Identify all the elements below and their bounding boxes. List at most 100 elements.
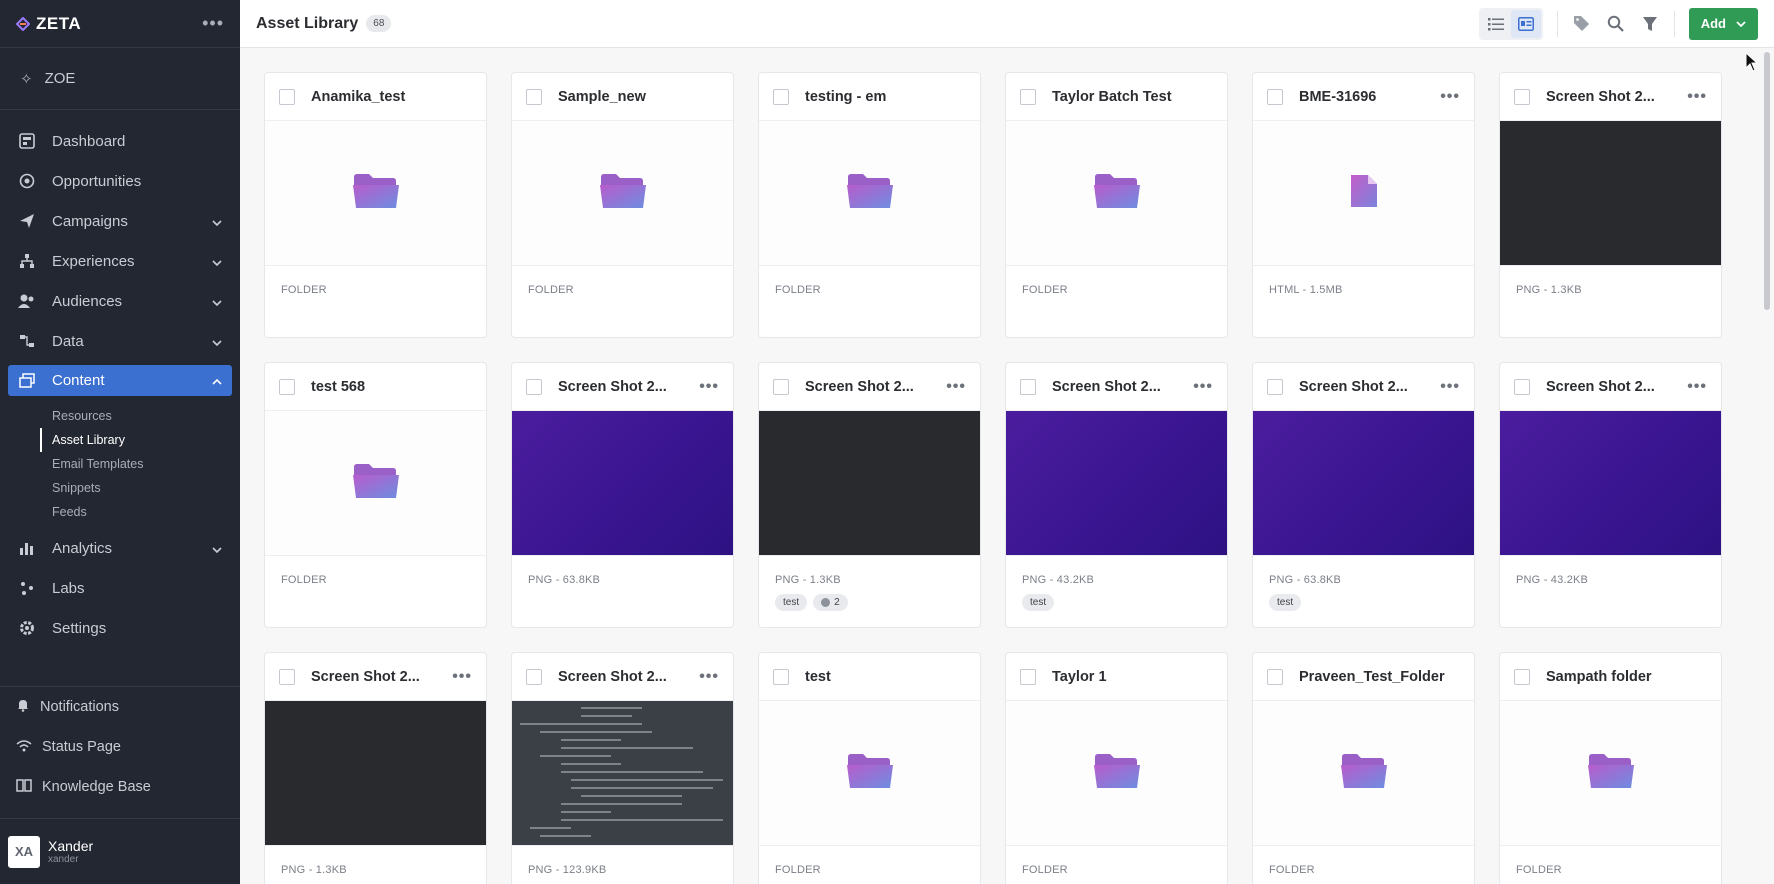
more-options-icon[interactable]: •••	[1193, 378, 1213, 396]
asset-card[interactable]: Screen Shot 2... ••• PNG - 63.8KB	[511, 362, 734, 628]
zoe-assistant[interactable]: ✧ ZOE	[0, 48, 240, 110]
asset-thumbnail[interactable]	[1006, 411, 1227, 556]
asset-card[interactable]: test FOLDER	[758, 652, 981, 884]
tag-icon[interactable]	[1572, 14, 1592, 34]
asset-thumbnail[interactable]	[265, 701, 486, 846]
asset-thumbnail[interactable]	[1253, 411, 1474, 556]
select-checkbox[interactable]	[279, 378, 295, 395]
chevron-down-icon[interactable]	[212, 253, 222, 270]
asset-thumbnail[interactable]	[759, 121, 980, 266]
filter-icon[interactable]	[1640, 14, 1660, 34]
scrollbar[interactable]	[1764, 52, 1770, 310]
asset-card[interactable]: Taylor 1 FOLDER	[1005, 652, 1228, 884]
nav-campaigns[interactable]: Campaigns	[0, 201, 240, 241]
select-checkbox[interactable]	[526, 668, 542, 685]
asset-card[interactable]: testing - em FOLDER	[758, 72, 981, 338]
select-checkbox[interactable]	[773, 378, 789, 395]
select-checkbox[interactable]	[279, 88, 295, 105]
asset-card[interactable]: Screen Shot 2... ••• PNG - 43.2KB test	[1005, 362, 1228, 628]
select-checkbox[interactable]	[1020, 88, 1036, 105]
more-options-icon[interactable]: •••	[1440, 88, 1460, 106]
asset-card[interactable]: BME-31696 ••• HTML - 1.5MB	[1252, 72, 1475, 338]
asset-thumbnail[interactable]	[759, 411, 980, 556]
chevron-up-icon[interactable]	[212, 372, 222, 389]
search-icon[interactable]	[1606, 14, 1626, 34]
asset-thumbnail[interactable]	[759, 701, 980, 846]
user-profile[interactable]: XA Xander xander	[0, 818, 240, 884]
asset-card[interactable]: test 568 FOLDER	[264, 362, 487, 628]
subnav-feeds[interactable]: Feeds	[40, 500, 240, 524]
app-menu-icon[interactable]: •••	[202, 13, 224, 34]
add-button[interactable]: Add	[1688, 7, 1758, 40]
asset-card[interactable]: Screen Shot 2... ••• PNG - 123.9KB	[511, 652, 734, 884]
chevron-down-icon[interactable]	[212, 213, 222, 230]
chevron-down-icon[interactable]	[212, 293, 222, 310]
tag-chip[interactable]: test	[775, 594, 808, 611]
asset-thumbnail[interactable]	[265, 411, 486, 556]
subnav-asset-library[interactable]: Asset Library	[40, 428, 240, 452]
list-view-button[interactable]	[1481, 10, 1511, 38]
nav-status-page[interactable]: Status Page	[0, 727, 240, 767]
more-options-icon[interactable]: •••	[699, 668, 719, 686]
asset-thumbnail[interactable]	[1006, 121, 1227, 266]
asset-thumbnail[interactable]	[512, 411, 733, 556]
nav-experiences[interactable]: Experiences	[0, 241, 240, 281]
asset-card[interactable]: Screen Shot 2... ••• PNG - 43.2KB	[1499, 362, 1722, 628]
more-options-icon[interactable]: •••	[452, 668, 472, 686]
select-checkbox[interactable]	[773, 668, 789, 685]
asset-card[interactable]: Screen Shot 2... ••• PNG - 63.8KB test	[1252, 362, 1475, 628]
asset-thumbnail[interactable]	[512, 701, 733, 846]
select-checkbox[interactable]	[1267, 88, 1283, 105]
more-options-icon[interactable]: •••	[699, 378, 719, 396]
asset-card[interactable]: Screen Shot 2... ••• PNG - 1.3KB	[264, 652, 487, 884]
asset-thumbnail[interactable]	[512, 121, 733, 266]
nav-settings[interactable]: Settings	[0, 608, 240, 648]
select-checkbox[interactable]	[526, 88, 542, 105]
asset-thumbnail[interactable]	[265, 121, 486, 266]
asset-thumbnail[interactable]	[1500, 701, 1721, 846]
nav-notifications[interactable]: Notifications	[0, 687, 240, 727]
nav-labs[interactable]: Labs	[0, 568, 240, 608]
nav-analytics[interactable]: Analytics	[0, 528, 240, 568]
nav-data[interactable]: Data	[0, 321, 240, 361]
select-checkbox[interactable]	[1514, 668, 1530, 685]
select-checkbox[interactable]	[773, 88, 789, 105]
asset-card[interactable]: Screen Shot 2... ••• PNG - 1.3KB test 2	[758, 362, 981, 628]
chevron-down-icon[interactable]	[212, 333, 222, 350]
tag-chip[interactable]: test	[1269, 594, 1302, 611]
asset-thumbnail[interactable]	[1253, 121, 1474, 266]
more-tags-chip[interactable]: 2	[813, 594, 848, 611]
asset-card[interactable]: Sample_new FOLDER	[511, 72, 734, 338]
more-options-icon[interactable]: •••	[1687, 88, 1707, 106]
nav-opportunities[interactable]: Opportunities	[0, 161, 240, 201]
select-checkbox[interactable]	[279, 668, 295, 685]
select-checkbox[interactable]	[1020, 378, 1036, 395]
select-checkbox[interactable]	[526, 378, 542, 395]
nav-knowledge-base[interactable]: Knowledge Base	[0, 767, 240, 807]
more-options-icon[interactable]: •••	[946, 378, 966, 396]
subnav-resources[interactable]: Resources	[40, 404, 240, 428]
asset-card[interactable]: Screen Shot 2... ••• PNG - 1.3KB	[1499, 72, 1722, 338]
select-checkbox[interactable]	[1514, 378, 1530, 395]
asset-thumbnail[interactable]	[1006, 701, 1227, 846]
select-checkbox[interactable]	[1267, 378, 1283, 395]
tag-chip[interactable]: test	[1022, 594, 1055, 611]
subnav-email-templates[interactable]: Email Templates	[40, 452, 240, 476]
chevron-down-icon[interactable]	[212, 540, 222, 557]
asset-card[interactable]: Taylor Batch Test FOLDER	[1005, 72, 1228, 338]
select-checkbox[interactable]	[1514, 88, 1530, 105]
asset-thumbnail[interactable]	[1500, 411, 1721, 556]
select-checkbox[interactable]	[1267, 668, 1283, 685]
nav-dashboard[interactable]: Dashboard	[0, 121, 240, 161]
select-checkbox[interactable]	[1020, 668, 1036, 685]
nav-audiences[interactable]: Audiences	[0, 281, 240, 321]
asset-thumbnail[interactable]	[1500, 121, 1721, 266]
nav-content[interactable]: Content	[8, 365, 232, 396]
grid-view-button[interactable]	[1510, 9, 1541, 38]
more-options-icon[interactable]: •••	[1440, 378, 1460, 396]
asset-card[interactable]: Praveen_Test_Folder FOLDER	[1252, 652, 1475, 884]
asset-card[interactable]: Sampath folder FOLDER	[1499, 652, 1722, 884]
more-options-icon[interactable]: •••	[1687, 378, 1707, 396]
asset-card[interactable]: Anamika_test FOLDER	[264, 72, 487, 338]
zeta-logo[interactable]: ZETA	[16, 14, 81, 34]
